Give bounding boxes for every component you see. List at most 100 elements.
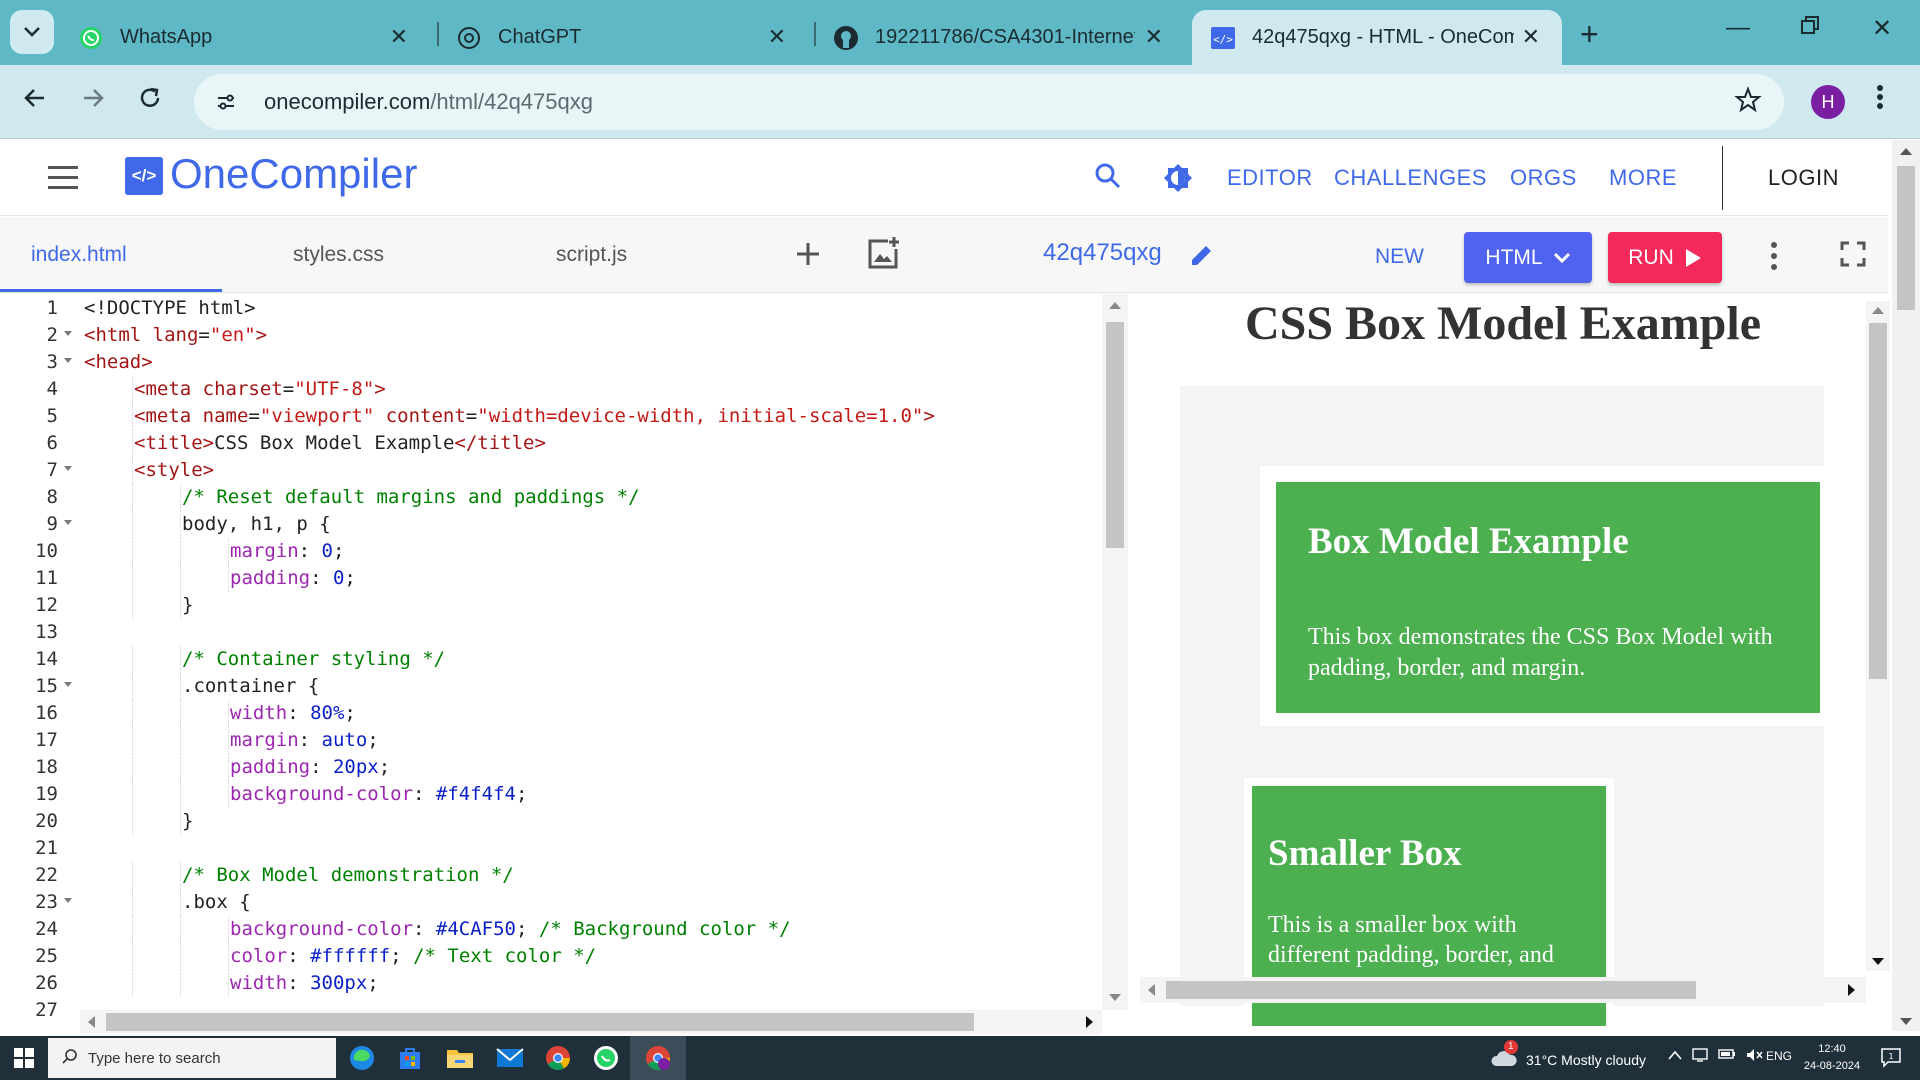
scroll-up-arrow[interactable] xyxy=(1872,307,1884,314)
nav-orgs[interactable]: ORGS xyxy=(1510,165,1577,191)
search-icon[interactable] xyxy=(1094,162,1122,195)
chrome-icon[interactable] xyxy=(542,1042,574,1074)
code-line[interactable]: 2 <html lang="en"> xyxy=(0,322,1100,349)
address-bar[interactable]: onecompiler.com/html/42q475qxg xyxy=(194,74,1784,130)
logo-text[interactable]: OneCompiler xyxy=(170,150,417,198)
code-line[interactable]: 13 xyxy=(0,619,1100,646)
fold-arrow-icon[interactable] xyxy=(64,331,72,336)
code-line[interactable]: 6 <title>CSS Box Model Example</title> xyxy=(0,430,1100,457)
scroll-right-arrow[interactable] xyxy=(1086,1016,1093,1028)
monitor-icon[interactable] xyxy=(1692,1048,1708,1065)
windows-start-icon[interactable] xyxy=(14,1048,34,1073)
fullscreen-icon[interactable] xyxy=(1840,241,1866,272)
edge-icon[interactable] xyxy=(346,1042,378,1074)
code-line[interactable]: 23 .box { xyxy=(0,889,1100,916)
scroll-thumb[interactable] xyxy=(1897,166,1915,310)
code-line[interactable]: 26 width: 300px; xyxy=(0,970,1100,997)
forward-button[interactable] xyxy=(80,85,106,118)
login-link[interactable]: LOGIN xyxy=(1768,165,1839,191)
scroll-right-arrow[interactable] xyxy=(1848,984,1855,996)
close-icon[interactable]: ✕ xyxy=(1145,24,1163,50)
clock[interactable]: 12:40 24-08-2024 xyxy=(1802,1041,1862,1075)
browser-tab-github[interactable]: 192211786/CSA4301-Internet- ✕ xyxy=(815,10,1185,65)
upload-image-icon[interactable] xyxy=(866,235,902,276)
close-window-button[interactable]: ✕ xyxy=(1872,14,1892,43)
code-horizontal-scrollbar[interactable] xyxy=(80,1010,1102,1034)
code-line[interactable]: 17 margin: auto; xyxy=(0,727,1100,754)
code-line[interactable]: 21 xyxy=(0,835,1100,862)
nav-challenges[interactable]: CHALLENGES xyxy=(1334,165,1487,191)
new-tab-button[interactable]: + xyxy=(1580,16,1599,53)
code-line[interactable]: 14 /* Container styling */ xyxy=(0,646,1100,673)
taskbar-search-box[interactable]: Type here to search xyxy=(48,1038,336,1078)
browser-tab-chatgpt[interactable]: ChatGPT ✕ xyxy=(438,10,808,65)
program-name[interactable]: 42q475qxg xyxy=(1043,239,1162,267)
minimize-button[interactable]: — xyxy=(1726,14,1750,42)
code-line[interactable]: 7 <style> xyxy=(0,457,1100,484)
scroll-thumb[interactable] xyxy=(1869,323,1887,679)
code-line[interactable]: 15 .container { xyxy=(0,673,1100,700)
fold-arrow-icon[interactable] xyxy=(64,466,72,471)
back-button[interactable] xyxy=(22,85,48,118)
output-horizontal-scrollbar[interactable] xyxy=(1140,977,1866,1003)
code-line[interactable]: 1 <!DOCTYPE html> xyxy=(0,295,1100,322)
whatsapp-icon[interactable] xyxy=(590,1042,622,1074)
scroll-down-arrow[interactable] xyxy=(1109,994,1121,1001)
fold-arrow-icon[interactable] xyxy=(64,898,72,903)
more-options-icon[interactable] xyxy=(1770,241,1778,276)
hamburger-menu-icon[interactable] xyxy=(48,166,78,196)
scroll-up-arrow[interactable] xyxy=(1900,148,1912,155)
nav-more[interactable]: MORE xyxy=(1609,165,1677,191)
code-line[interactable]: 25 color: #ffffff; /* Text color */ xyxy=(0,943,1100,970)
code-line[interactable]: 20} xyxy=(0,808,1100,835)
tab-search-button[interactable] xyxy=(10,10,54,54)
add-file-icon[interactable] xyxy=(793,239,823,274)
fold-arrow-icon[interactable] xyxy=(64,682,72,687)
browser-tab-whatsapp[interactable]: WhatsApp ✕ xyxy=(60,10,430,65)
code-line[interactable]: 12} xyxy=(0,592,1100,619)
scroll-left-arrow[interactable] xyxy=(1148,984,1155,996)
close-icon[interactable]: ✕ xyxy=(768,24,786,50)
restore-button[interactable] xyxy=(1800,14,1820,42)
store-icon[interactable] xyxy=(394,1042,426,1074)
mail-icon[interactable] xyxy=(494,1042,526,1074)
code-line[interactable]: 10 margin: 0; xyxy=(0,538,1100,565)
scroll-thumb[interactable] xyxy=(1166,981,1696,999)
output-vertical-scrollbar[interactable] xyxy=(1866,301,1890,971)
site-info-icon[interactable] xyxy=(208,84,244,120)
code-line[interactable]: 11 padding: 0; xyxy=(0,565,1100,592)
code-line[interactable]: 16 width: 80%; xyxy=(0,700,1100,727)
scroll-up-arrow[interactable] xyxy=(1109,302,1121,309)
scroll-down-arrow[interactable] xyxy=(1872,958,1884,965)
code-vertical-scrollbar[interactable] xyxy=(1102,294,1128,1010)
language-select-button[interactable]: HTML xyxy=(1464,232,1592,283)
code-line[interactable]: 19 background-color: #f4f4f4; xyxy=(0,781,1100,808)
input-language[interactable]: ENG xyxy=(1766,1049,1792,1063)
profile-avatar[interactable]: H xyxy=(1811,85,1845,119)
file-tab-script-js[interactable]: script.js xyxy=(556,243,627,267)
scroll-thumb[interactable] xyxy=(106,1013,974,1031)
run-button[interactable]: RUN xyxy=(1608,232,1722,283)
code-editor[interactable]: 1 <!DOCTYPE html> 2 <html lang="en"> 3 <head>… xyxy=(0,294,1100,1031)
nav-editor[interactable]: EDITOR xyxy=(1227,165,1313,191)
file-explorer-icon[interactable] xyxy=(444,1042,476,1074)
browser-tab-onecompiler[interactable]: </> 42q475qxg - HTML - OneComp ✕ xyxy=(1192,10,1562,65)
scroll-down-arrow[interactable] xyxy=(1900,1018,1912,1025)
browser-menu-button[interactable] xyxy=(1876,83,1884,116)
code-line[interactable]: 4 <meta charset="UTF-8"> xyxy=(0,376,1100,403)
file-tab-styles-css[interactable]: styles.css xyxy=(293,243,384,267)
page-vertical-scrollbar[interactable] xyxy=(1892,140,1920,1031)
battery-icon[interactable] xyxy=(1718,1048,1736,1065)
code-line[interactable]: 3 <head> xyxy=(0,349,1100,376)
code-line[interactable]: 9 body, h1, p { xyxy=(0,511,1100,538)
speaker-muted-icon[interactable] xyxy=(1746,1048,1764,1065)
theme-toggle-icon[interactable] xyxy=(1162,162,1194,199)
code-line[interactable]: 18 padding: 20px; xyxy=(0,754,1100,781)
chevron-up-icon[interactable] xyxy=(1668,1048,1682,1065)
bookmark-star-icon[interactable] xyxy=(1734,86,1762,119)
code-line[interactable]: 5 <meta name="viewport" content="width=de… xyxy=(0,403,1100,430)
close-icon[interactable]: ✕ xyxy=(1522,24,1540,50)
edit-pencil-icon[interactable] xyxy=(1188,241,1216,274)
notification-icon[interactable]: 1 xyxy=(1880,1046,1902,1068)
code-line[interactable]: 22 /* Box Model demonstration */ xyxy=(0,862,1100,889)
